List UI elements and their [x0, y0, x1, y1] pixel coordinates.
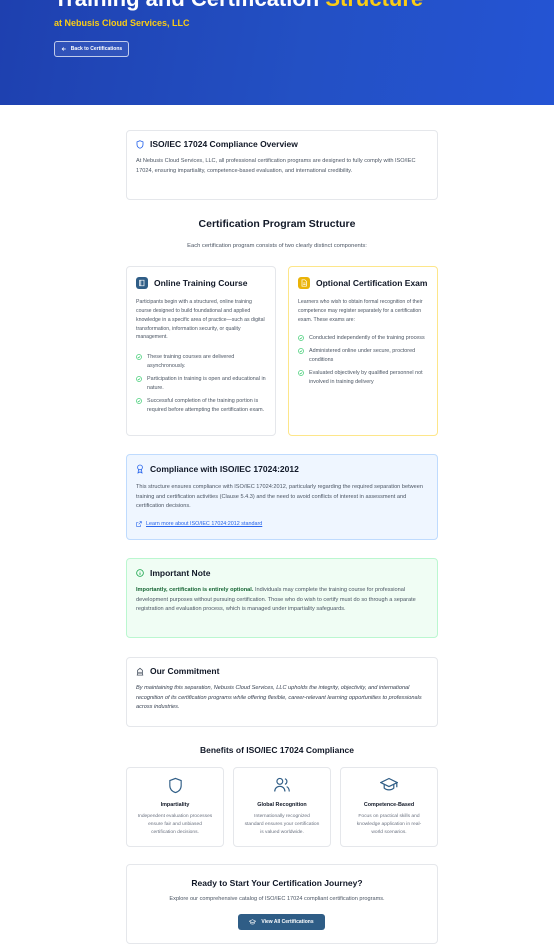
compliance-title: Compliance with ISO/IEC 17024:2012 — [150, 464, 299, 474]
overview-body: At Nebusis Cloud Services, LLC, all prof… — [136, 158, 416, 174]
note-body: Importantly, certification is entirely o… — [136, 586, 428, 615]
overview-title-row: ISO/IEC 17024 Compliance Overview — [136, 139, 298, 149]
award-icon — [137, 464, 143, 474]
document-icon — [298, 277, 310, 289]
benefit-title: Global Recognition — [257, 802, 307, 808]
list-item-text: Evaluated objectively by qualified perso… — [309, 369, 423, 385]
structure-intro: Each certification program consists of t… — [187, 243, 367, 249]
benefit-desc: Focus on practical skills and knowledge … — [356, 814, 422, 836]
check-circle-icon — [298, 369, 304, 376]
important-note-card: Important Note Importantly, certificatio… — [126, 558, 438, 638]
benefit-title: Competence-Based — [363, 802, 415, 808]
benefit-card-impartiality: Impartiality Independent evaluation proc… — [126, 767, 224, 847]
certification-exam-card: Optional Certification Exam Learners who… — [288, 266, 438, 436]
graduation-cap-icon — [380, 777, 398, 791]
benefit-icon-wrap — [234, 777, 330, 793]
structure-title: Certification Program Structure — [198, 218, 356, 230]
book-icon — [136, 277, 148, 289]
note-emphasis: Importantly, certification is entirely o… — [136, 587, 254, 593]
shield-icon — [168, 777, 182, 794]
benefits-title: Benefits of ISO/IEC 17024 Compliance — [200, 745, 354, 755]
exam-list: Conducted independently of the training … — [298, 334, 430, 391]
standard-link[interactable]: Learn more about ISO/IEC 17024:2012 stan… — [146, 521, 262, 527]
list-item: These training courses are delivered asy… — [136, 353, 268, 371]
check-circle-icon — [136, 354, 142, 360]
standard-link-row[interactable]: Learn more about ISO/IEC 17024:2012 stan… — [136, 521, 262, 527]
page-title-accent: Structure — [325, 0, 423, 11]
commitment-body: By maintaining this separation, Nebusis … — [136, 685, 422, 710]
cta-title: Ready to Start Your Certification Journe… — [191, 878, 363, 888]
arrow-left-icon — [61, 47, 66, 51]
training-course-card: Online Training Course Participants begi… — [126, 266, 276, 436]
compliance-title-row: Compliance with ISO/IEC 17024:2012 — [136, 464, 299, 474]
check-circle-icon — [136, 375, 142, 382]
commitment-title: Our Commitment — [150, 666, 220, 676]
users-icon — [274, 777, 290, 792]
commitment-card: Our Commitment By maintaining this separ… — [126, 657, 438, 727]
exam-title-row: Optional Certification Exam — [298, 277, 427, 289]
back-to-certifications-button[interactable]: Back to Certifications — [54, 41, 129, 57]
hero-banner: Training and Certification Structure at … — [0, 0, 554, 105]
check-circle-icon — [298, 348, 304, 354]
view-all-certifications-button[interactable]: View All Certifications — [238, 914, 325, 930]
info-icon — [136, 569, 144, 577]
building-icon — [136, 667, 144, 675]
page-title: Training and Certification Structure — [54, 0, 423, 12]
list-item: Successful completion of the training po… — [136, 397, 268, 415]
commitment-title-row: Our Commitment — [136, 666, 219, 676]
compliance-overview-card: ISO/IEC 17024 Compliance Overview At Neb… — [126, 130, 438, 200]
benefit-card-global-recognition: Global Recognition Internationally recog… — [233, 767, 331, 847]
list-item-text: Administered online under secure, procto… — [309, 347, 416, 363]
benefit-icon-wrap — [127, 777, 223, 794]
list-item-text: Successful completion of the training po… — [147, 397, 265, 413]
check-circle-icon — [298, 335, 304, 341]
exam-body: Learners who wish to obtain formal recog… — [298, 299, 423, 323]
list-item-text: Conducted independently of the training … — [309, 335, 425, 341]
graduation-cap-icon — [249, 919, 257, 925]
benefit-icon-wrap — [341, 777, 437, 792]
training-list: These training courses are delivered asy… — [136, 353, 268, 418]
view-all-label: View All Certifications — [261, 919, 314, 925]
page-title-main: Training and Certification — [54, 0, 325, 11]
compliance-body: This structure ensures compliance with I… — [136, 484, 423, 509]
overview-title: ISO/IEC 17024 Compliance Overview — [150, 139, 298, 149]
list-item: Evaluated objectively by qualified perso… — [298, 369, 430, 387]
page-subtitle: at Nebusis Cloud Services, LLC — [54, 18, 190, 28]
cta-card — [126, 864, 438, 944]
list-item: Administered online under secure, procto… — [298, 347, 430, 365]
exam-title: Optional Certification Exam — [316, 278, 428, 288]
training-body: Participants begin with a structured, on… — [136, 299, 265, 341]
training-title: Online Training Course — [154, 278, 248, 288]
list-item-text: These training courses are delivered asy… — [147, 354, 235, 369]
training-title-row: Online Training Course — [136, 277, 248, 289]
list-item: Conducted independently of the training … — [298, 334, 430, 343]
list-item-text: Participation in training is open and ed… — [147, 375, 266, 391]
benefit-desc: Internationally recognized standard ensu… — [244, 814, 320, 836]
benefit-desc: Independent evaluation processes ensure … — [137, 814, 213, 836]
external-link-icon — [136, 521, 142, 527]
benefit-title: Impartiality — [160, 802, 190, 808]
note-title: Important Note — [150, 568, 211, 578]
cta-body: Explore our comprehensive catalog of ISO… — [169, 896, 385, 902]
compliance-card: Compliance with ISO/IEC 17024:2012 This … — [126, 454, 438, 540]
list-item: Participation in training is open and ed… — [136, 375, 268, 393]
check-circle-icon — [136, 397, 142, 404]
benefit-card-competence-based: Competence-Based Focus on practical skil… — [340, 767, 438, 847]
back-button-label: Back to Certifications — [70, 46, 123, 52]
note-title-row: Important Note — [136, 568, 210, 578]
shield-icon — [136, 139, 144, 149]
